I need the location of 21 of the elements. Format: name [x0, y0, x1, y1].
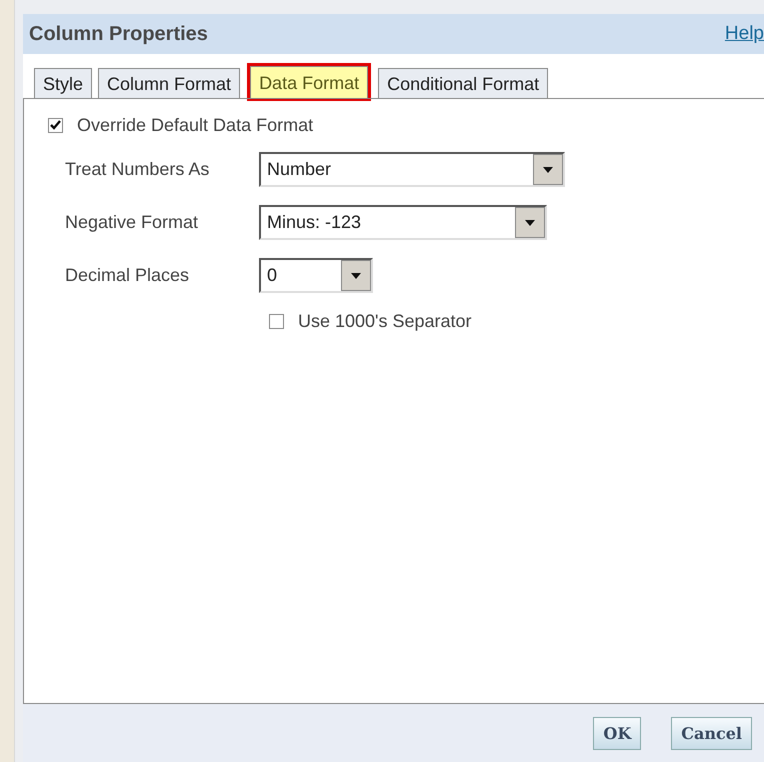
checkbox-label: Use 1000's Separator: [298, 311, 472, 332]
tab[interactable]: Data Format: [250, 66, 368, 98]
caret-icon: [533, 154, 563, 185]
dropdown[interactable]: Minus: -123: [259, 205, 547, 240]
caret-icon: [341, 260, 371, 291]
tab[interactable]: Style: [34, 68, 92, 98]
tab[interactable]: Conditional Format: [378, 68, 548, 98]
dialog-button[interactable]: OK: [593, 716, 642, 750]
dialog-title: Column Properties: [29, 22, 208, 46]
field-label: Decimal Places: [65, 265, 190, 286]
field-label: Treat Numbers As: [65, 159, 210, 180]
checkbox[interactable]: [48, 118, 63, 133]
caret-icon: [515, 207, 545, 238]
checkbox[interactable]: [269, 314, 284, 329]
tab[interactable]: Column Format: [98, 68, 240, 98]
dialog-button[interactable]: Cancel: [671, 716, 752, 750]
dropdown[interactable]: 0: [259, 258, 373, 293]
field-label: Negative Format: [65, 212, 200, 233]
dropdown[interactable]: Number: [259, 152, 565, 187]
help-link[interactable]: Help: [724, 23, 764, 45]
checkbox-label: Override Default Data Format: [77, 115, 314, 136]
